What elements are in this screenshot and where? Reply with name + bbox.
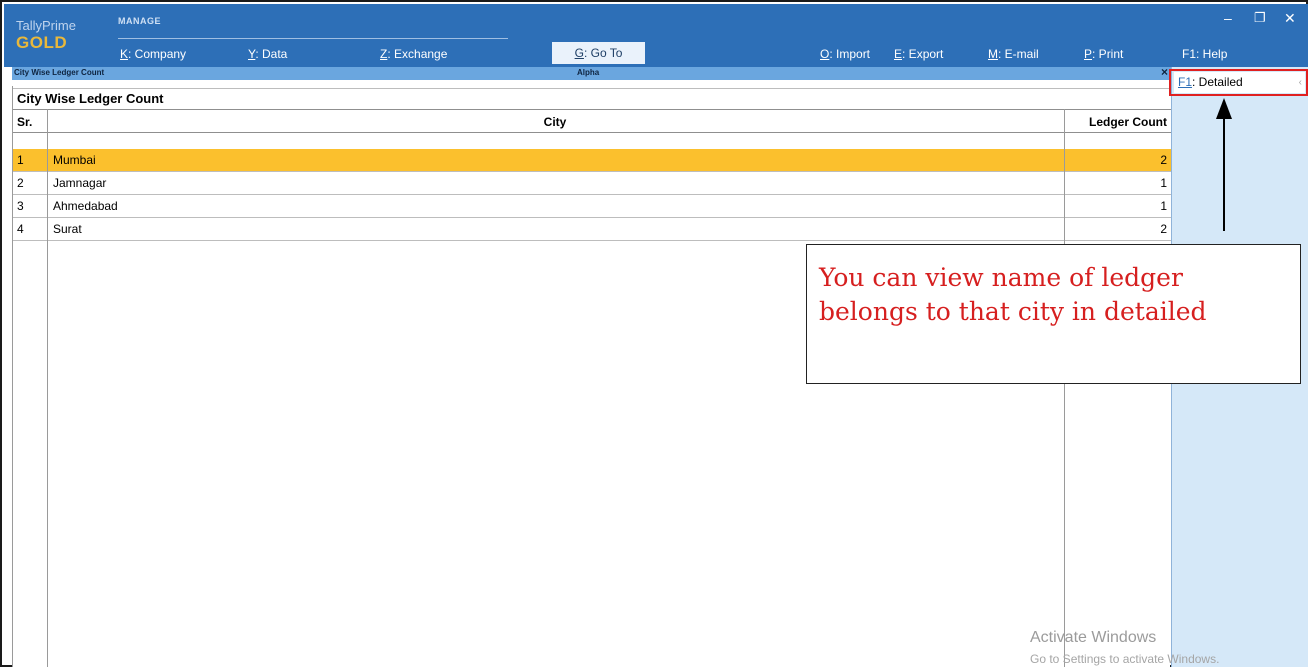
divider <box>13 132 1171 133</box>
restore-icon[interactable]: ❐ <box>1254 10 1266 26</box>
goto-label: : Go To <box>583 46 623 60</box>
table-row[interactable]: 3 Ahmedabad 1 <box>13 195 1171 218</box>
menu-print-label: : Print <box>1092 47 1124 61</box>
menu-email-label: : E-mail <box>998 47 1039 61</box>
callout-line-1: You can view name of ledger <box>819 263 1183 292</box>
report-title: City Wise Ledger Count <box>17 91 164 106</box>
arrow-up-icon <box>1216 98 1232 231</box>
column-header-city: City <box>543 115 567 129</box>
report-close-icon[interactable]: × <box>1161 65 1168 79</box>
menu-exchange-label: : Exchange <box>387 47 448 61</box>
highlight-box <box>1169 69 1308 96</box>
table-row[interactable]: 1 Mumbai 2 <box>13 149 1171 172</box>
column-divider <box>1064 109 1065 667</box>
minimize-icon[interactable]: – <box>1224 10 1232 26</box>
row-count: 2 <box>1160 153 1167 167</box>
menu-company[interactable]: K: Company <box>120 47 186 61</box>
menu-exchange[interactable]: Z: Exchange <box>380 47 447 61</box>
menu-email[interactable]: M: E-mail <box>988 47 1039 61</box>
manage-divider <box>118 38 508 39</box>
menu-data[interactable]: Y: Data <box>248 47 287 61</box>
brand-name: TallyPrime <box>16 18 76 33</box>
divider <box>13 109 1171 110</box>
menu-help[interactable]: F1: Help <box>1182 47 1227 61</box>
menu-company-label: : Company <box>128 47 187 61</box>
menu-data-label: : Data <box>255 47 288 61</box>
row-sr: 2 <box>17 176 24 190</box>
row-sr: 4 <box>17 222 24 236</box>
column-divider <box>47 109 48 667</box>
menu-help-label: : Help <box>1196 47 1228 61</box>
menu-print[interactable]: P: Print <box>1084 47 1123 61</box>
menu-import-key: O <box>820 47 830 61</box>
menu-import-label: : Import <box>829 47 871 61</box>
row-sr: 1 <box>17 153 24 167</box>
menu-export-key: E <box>894 47 903 61</box>
goto-key: G <box>574 46 584 60</box>
row-count: 2 <box>1160 222 1167 236</box>
manage-label: MANAGE <box>118 16 161 26</box>
company-name-label: Alpha <box>577 68 600 77</box>
table-row[interactable]: 2 Jamnagar 1 <box>13 172 1171 195</box>
menu-company-key: K <box>120 47 129 61</box>
row-city: Ahmedabad <box>53 199 118 213</box>
row-sr: 3 <box>17 199 24 213</box>
row-city: Mumbai <box>53 153 96 167</box>
app-window: TallyPrime GOLD MANAGE K: Company Y: Dat… <box>0 0 1308 667</box>
menu-print-key: P <box>1084 47 1093 61</box>
menu-export[interactable]: E: Export <box>894 47 943 61</box>
row-city: Surat <box>53 222 82 236</box>
report-title-strip: City Wise Ledger Count Alpha × <box>12 65 1171 80</box>
close-icon[interactable]: ✕ <box>1284 10 1296 27</box>
row-city: Jamnagar <box>53 176 107 190</box>
brand-edition: GOLD <box>16 33 68 52</box>
column-header-sr: Sr. <box>17 115 33 129</box>
column-header-ledger-count: Ledger Count <box>1089 115 1167 129</box>
activate-windows-watermark: Activate Windows <box>1030 629 1157 646</box>
menu-email-key: M <box>988 47 998 61</box>
annotation-callout: You can view name of ledger belongs to t… <box>806 244 1301 384</box>
row-count: 1 <box>1160 199 1167 213</box>
menu-help-key: F1 <box>1182 47 1197 61</box>
callout-line-2: belongs to that city in detailed <box>819 297 1207 326</box>
menu-import[interactable]: O: Import <box>820 47 870 61</box>
activate-windows-hint: Go to Settings to activate Windows. <box>1030 652 1220 666</box>
report-name-label: City Wise Ledger Count <box>14 68 105 77</box>
row-count: 1 <box>1160 176 1167 190</box>
table-row[interactable]: 4 Surat 2 <box>13 218 1171 241</box>
menu-export-label: : Export <box>902 47 944 61</box>
divider <box>13 88 1171 89</box>
top-bar: TallyPrime GOLD MANAGE K: Company Y: Dat… <box>4 4 1308 67</box>
goto-button[interactable]: G: Go To <box>552 42 645 64</box>
